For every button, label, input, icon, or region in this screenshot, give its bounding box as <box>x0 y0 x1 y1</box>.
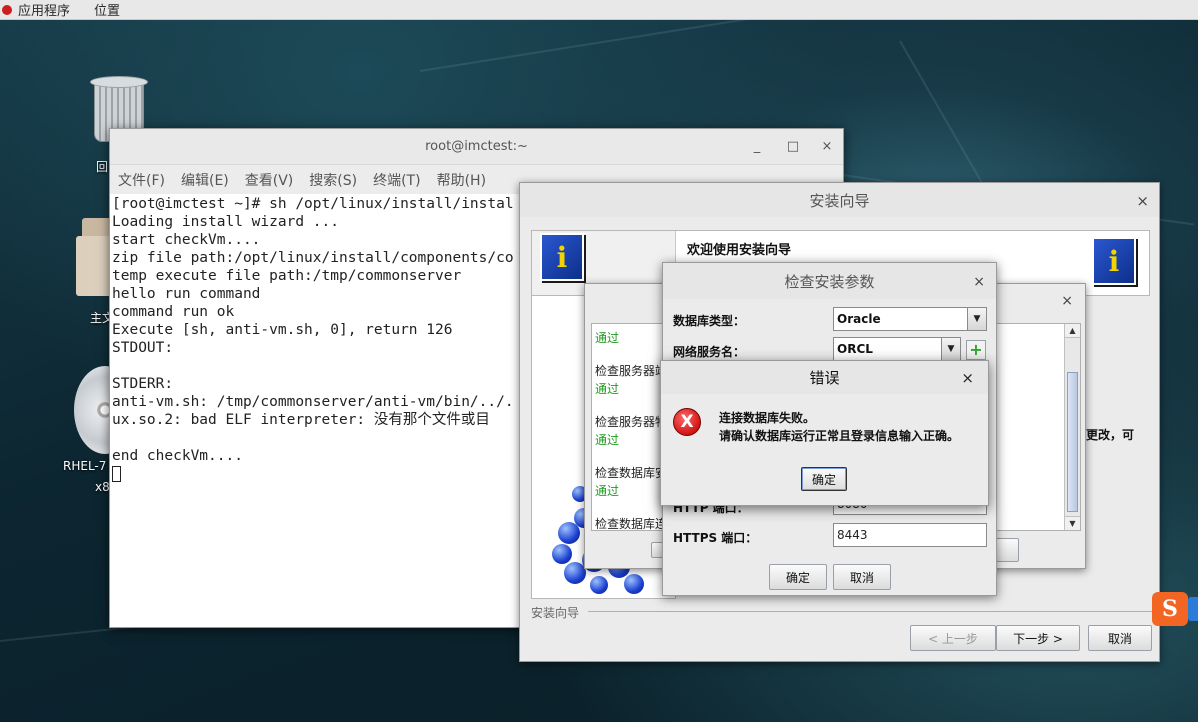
input-method-tab[interactable] <box>1188 597 1198 621</box>
scroll-up-icon[interactable]: ▲ <box>1065 324 1080 338</box>
menu-terminal[interactable]: 终端(T) <box>373 170 420 190</box>
list-item: 通过 <box>595 484 620 498</box>
disc-label: RHEL-7 <box>63 459 107 473</box>
error-message-line1: 连接数据库失败。 <box>719 411 816 425</box>
maximize-button[interactable]: □ <box>786 139 800 154</box>
wizard-titlebar: 安装向导 × <box>520 183 1159 217</box>
add-icon[interactable]: + <box>966 340 986 360</box>
https-port-input[interactable]: 8443 <box>833 523 987 547</box>
terminal-titlebar: root@imctest:~ _ □ × <box>110 129 843 165</box>
list-item: 检查服务器端 <box>595 364 668 378</box>
checklist-right-text: 更改，可 <box>1086 428 1135 442</box>
db-type-label: 数据库类型： <box>673 314 746 328</box>
menu-file[interactable]: 文件(F) <box>118 170 165 190</box>
next-button[interactable]: 下一步 > <box>996 625 1080 651</box>
params-ok-button[interactable]: 确定 <box>769 564 827 590</box>
params-title: 检查安装参数 <box>784 272 875 291</box>
menu-search[interactable]: 搜索(S) <box>309 170 357 190</box>
disc-label-2: x8 <box>95 480 110 494</box>
list-item: 通过 <box>595 433 620 447</box>
scroll-down-icon[interactable]: ▼ <box>1065 516 1080 530</box>
terminal-cursor <box>112 466 121 482</box>
applications-menu[interactable]: 应用程序 <box>18 0 70 19</box>
params-titlebar: 检查安装参数 × <box>663 263 996 299</box>
db-type-value: Oracle <box>837 312 881 326</box>
wizard-close-button[interactable]: × <box>1136 192 1149 210</box>
params-close-button[interactable]: × <box>973 274 985 290</box>
service-name-label: 网络服务名： <box>673 345 746 359</box>
menu-edit[interactable]: 编辑(E) <box>181 170 229 190</box>
info-icon: i <box>1092 237 1136 285</box>
minimize-button[interactable]: _ <box>750 139 764 154</box>
scroll-thumb[interactable] <box>1067 372 1078 512</box>
list-scrollbar[interactable]: ▲ ▼ <box>1064 324 1080 530</box>
service-name-value: ORCL <box>837 342 873 356</box>
list-item: 通过 <box>595 382 620 396</box>
cancel-button[interactable]: 取消 <box>1088 625 1152 651</box>
terminal-title: root@imctest:~ <box>425 139 528 154</box>
service-name-select[interactable]: ORCL ▼ <box>833 337 961 361</box>
prev-button[interactable]: < 上一步 <box>910 625 996 651</box>
error-ok-button[interactable]: 确定 <box>801 467 847 491</box>
wizard-title: 安装向导 <box>809 191 870 210</box>
list-item: 通过 <box>595 331 620 345</box>
list-item: 检查数据库连 <box>595 517 668 531</box>
wizard-footer-label: 安装向导 <box>531 606 580 620</box>
list-item: 检查数据库安 <box>595 466 668 480</box>
wizard-header-title: 欢迎使用安装向导 <box>687 243 792 258</box>
error-dialog: 错误 × X 连接数据库失败。 请确认数据库运行正常且登录信息输入正确。 确定 <box>660 360 989 506</box>
checklist-close-button[interactable]: × <box>1061 293 1073 309</box>
db-type-select[interactable]: Oracle ▼ <box>833 307 987 331</box>
menu-help[interactable]: 帮助(H) <box>437 170 486 190</box>
list-item: 检查服务器物 <box>595 415 668 429</box>
params-cancel-button[interactable]: 取消 <box>833 564 891 590</box>
close-button[interactable]: × <box>820 139 834 154</box>
chevron-down-icon[interactable]: ▼ <box>941 338 960 360</box>
redhat-logo-icon <box>2 4 12 15</box>
error-message-line2: 请确认数据库运行正常且登录信息输入正确。 <box>719 429 960 443</box>
info-icon: i <box>540 233 584 281</box>
error-close-button[interactable]: × <box>961 369 974 387</box>
https-port-label: HTTPS 端口： <box>673 531 758 545</box>
error-icon: X <box>673 408 701 436</box>
places-menu[interactable]: 位置 <box>94 0 120 19</box>
error-titlebar: 错误 × <box>661 361 988 394</box>
top-panel: 应用程序 位置 <box>0 0 1198 20</box>
chevron-down-icon[interactable]: ▼ <box>967 308 986 330</box>
error-title: 错误 <box>809 369 840 387</box>
trash-label: 回 <box>96 160 109 174</box>
menu-view[interactable]: 查看(V) <box>245 170 294 190</box>
input-method-icon[interactable]: S <box>1152 592 1188 626</box>
